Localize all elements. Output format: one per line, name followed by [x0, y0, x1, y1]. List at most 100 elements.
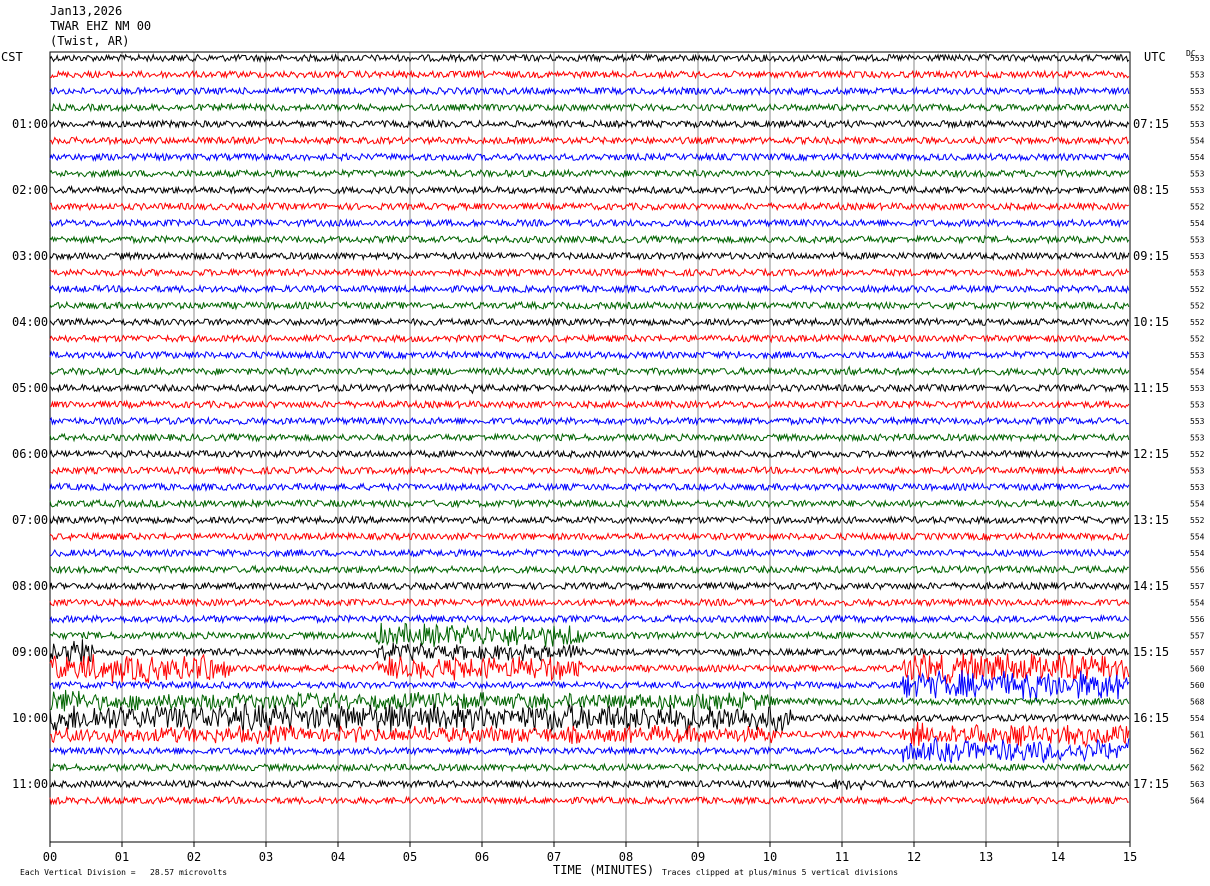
- dc-offset-label: 552: [1190, 203, 1205, 212]
- x-tick-label: 05: [403, 850, 417, 864]
- x-tick-label: 06: [475, 850, 489, 864]
- x-tick-label: 12: [907, 850, 921, 864]
- trace-line: [49, 151, 1130, 163]
- trace-line: [49, 250, 1130, 262]
- trace-line: [49, 234, 1130, 245]
- utc-time-label: 13:15: [1133, 513, 1169, 527]
- trace-line: [49, 184, 1130, 196]
- trace-line: [49, 365, 1130, 377]
- dc-offset-label: 552: [1190, 104, 1205, 113]
- dc-offset-label: 557: [1190, 632, 1205, 641]
- dc-offset-label: 553: [1190, 483, 1205, 492]
- dc-offset-label: 553: [1190, 417, 1205, 426]
- trace-line: [49, 52, 1130, 64]
- cst-time-label: 06:00: [12, 447, 48, 461]
- dc-offset-label: 560: [1190, 665, 1205, 674]
- cst-time-label: 02:00: [12, 183, 48, 197]
- x-tick-label: 07: [547, 850, 561, 864]
- dc-offset-label: 553: [1190, 269, 1205, 278]
- trace-line: [49, 118, 1130, 130]
- x-tick-label: 00: [43, 850, 57, 864]
- trace-line: [49, 597, 1130, 608]
- trace-line: [49, 778, 1130, 791]
- trace-line: [49, 736, 1130, 763]
- cst-time-label: 01:00: [12, 117, 48, 131]
- dc-offset-label: 553: [1190, 186, 1205, 195]
- dc-offset-label: 552: [1190, 302, 1205, 311]
- x-tick-label: 03: [259, 850, 273, 864]
- trace-line: [49, 465, 1130, 476]
- trace-line: [49, 85, 1130, 97]
- dc-offset-label: 554: [1190, 500, 1205, 509]
- dc-offset-label: 554: [1190, 219, 1205, 228]
- trace-line: [49, 531, 1130, 542]
- trace-line: [49, 267, 1130, 278]
- x-tick-label: 10: [763, 850, 777, 864]
- dc-offset-label: 554: [1190, 599, 1205, 608]
- cst-time-label: 07:00: [12, 513, 48, 527]
- trace-line: [49, 448, 1130, 460]
- cst-time-label: 11:00: [12, 777, 48, 791]
- cst-time-label: 09:00: [12, 645, 48, 659]
- utc-time-label: 15:15: [1133, 645, 1169, 659]
- trace-line: [49, 300, 1130, 311]
- trace-line: [49, 217, 1129, 229]
- utc-time-label: 10:15: [1133, 315, 1169, 329]
- clip-note: Traces clipped at plus/minus 5 vertical …: [662, 868, 899, 877]
- trace-line: [49, 283, 1130, 295]
- dc-offset-label: 560: [1190, 681, 1205, 690]
- dc-offset-label: 556: [1190, 566, 1205, 575]
- trace-line: [49, 652, 1130, 685]
- trace-line: [49, 135, 1130, 146]
- dc-offset-label: 553: [1190, 252, 1205, 261]
- x-tick-label: 08: [619, 850, 633, 864]
- dc-offset-label: 563: [1190, 780, 1205, 789]
- trace-line: [49, 762, 1130, 773]
- trace-line: [49, 382, 1129, 395]
- dc-offset-label: 561: [1190, 731, 1205, 740]
- dc-offset-label: 554: [1190, 368, 1205, 377]
- dc-offset-label: 568: [1190, 698, 1205, 707]
- dc-offset-label: 552: [1190, 335, 1205, 344]
- dc-offset-label: 553: [1190, 170, 1205, 179]
- utc-time-label: 17:15: [1133, 777, 1169, 791]
- dc-offset-label: 553: [1190, 71, 1205, 80]
- dc-offset-label: 552: [1190, 285, 1205, 294]
- trace-line: [49, 102, 1129, 113]
- trace-line: [49, 514, 1130, 526]
- trace-line: [49, 547, 1130, 559]
- dc-offset-label: 553: [1190, 351, 1205, 360]
- dc-offset-label: 562: [1190, 747, 1205, 756]
- dc-offset-label: 553: [1190, 467, 1205, 476]
- dc-offset-label: 554: [1190, 714, 1205, 723]
- trace-line: [49, 613, 1130, 625]
- utc-time-label: 14:15: [1133, 579, 1169, 593]
- trace-line: [49, 432, 1130, 443]
- trace-line: [49, 622, 1130, 648]
- trace-line: [49, 564, 1129, 575]
- trace-line: [49, 481, 1130, 493]
- trace-line: [49, 670, 1130, 702]
- trace-line: [49, 415, 1129, 427]
- utc-time-label: 12:15: [1133, 447, 1169, 461]
- dc-offset-label: 552: [1190, 318, 1205, 327]
- utc-time-label: 08:15: [1133, 183, 1169, 197]
- cst-time-label: 03:00: [12, 249, 48, 263]
- x-tick-label: 11: [835, 850, 849, 864]
- x-tick-label: 09: [691, 850, 705, 864]
- dc-offset-label: 554: [1190, 153, 1205, 162]
- dc-offset-label: 552: [1190, 516, 1205, 525]
- seismogram-plot: 553 553 553 552 553 554 554 553 553 552 554 553 553 5…: [12, 51, 1205, 864]
- x-tick-label: 15: [1123, 850, 1137, 864]
- dc-offset-label: 562: [1190, 764, 1205, 773]
- trace-line: [49, 168, 1130, 179]
- trace-line: [49, 333, 1130, 344]
- x-tick-label: 14: [1051, 850, 1065, 864]
- cst-time-label: 05:00: [12, 381, 48, 395]
- utc-time-label: 16:15: [1133, 711, 1169, 725]
- dc-offset-label: 554: [1190, 137, 1205, 146]
- trace-line: [49, 201, 1130, 212]
- cst-time-label: 10:00: [12, 711, 48, 725]
- cst-time-label: 08:00: [12, 579, 48, 593]
- x-tick-label: 02: [187, 850, 201, 864]
